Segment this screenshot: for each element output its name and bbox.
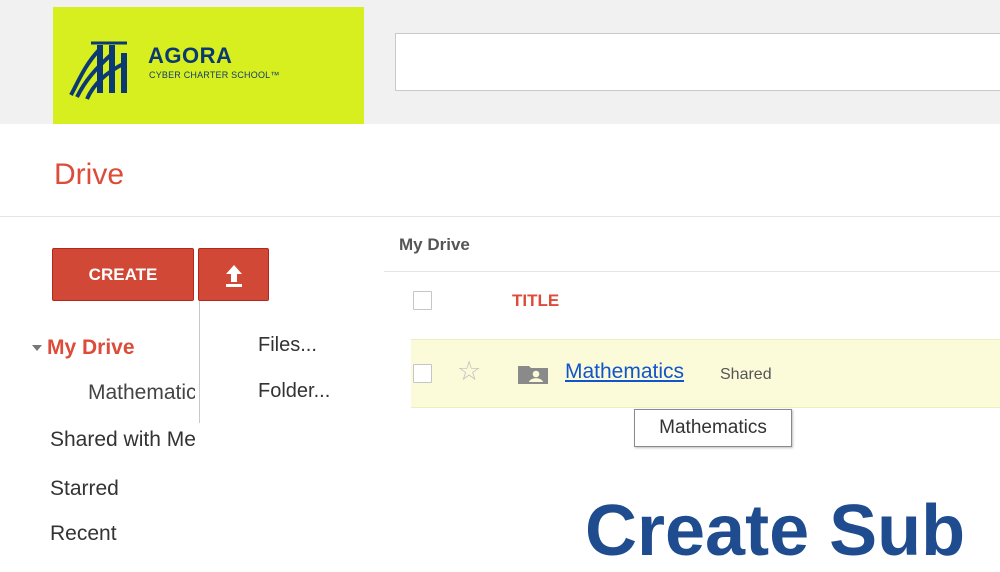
school-logo[interactable]: AGORA CYBER CHARTER SCHOOL™ [53, 7, 364, 124]
row-checkbox[interactable] [413, 364, 432, 383]
table-row[interactable] [411, 339, 1000, 408]
column-header-title[interactable]: TITLE [512, 291, 559, 311]
sidebar-item-mathematics[interactable]: Mathematics [80, 381, 195, 405]
select-all-checkbox[interactable] [413, 291, 432, 310]
sidebar-item-label: My Drive [47, 336, 135, 359]
upload-arrow-icon [225, 264, 242, 287]
logo-mark-icon [69, 41, 127, 100]
tooltip: Mathematics [634, 409, 792, 447]
file-link-mathematics[interactable]: Mathematics [565, 360, 684, 384]
breadcrumb[interactable]: My Drive [399, 235, 470, 255]
sidebar-item-shared-with-me[interactable]: Shared with Me [50, 428, 196, 452]
logo-title: AGORA [148, 43, 233, 68]
search-input[interactable] [395, 33, 1000, 91]
header-divider [0, 216, 1000, 217]
menu-item-folder[interactable]: Folder... [258, 380, 330, 403]
page-title: Drive [54, 158, 125, 191]
shared-folder-icon [518, 366, 548, 384]
sidebar-item-my-drive[interactable]: My Drive [31, 336, 135, 360]
menu-item-files[interactable]: Files... [258, 334, 317, 357]
list-header-divider [384, 271, 1000, 272]
upload-button[interactable] [198, 248, 269, 301]
caret-down-icon [32, 345, 42, 351]
overlay-heading: Create Sub [585, 491, 966, 571]
logo-subtitle: CYBER CHARTER SCHOOL™ [149, 70, 280, 80]
sidebar-item-recent[interactable]: Recent [50, 522, 117, 546]
sidebar-item-label: Mathematics [88, 381, 195, 404]
sidebar-item-starred[interactable]: Starred [50, 477, 119, 501]
star-icon[interactable]: ☆ [457, 356, 481, 387]
create-button[interactable]: CREATE [52, 248, 194, 301]
shared-badge: Shared [720, 366, 772, 383]
upload-menu-border [199, 301, 200, 423]
